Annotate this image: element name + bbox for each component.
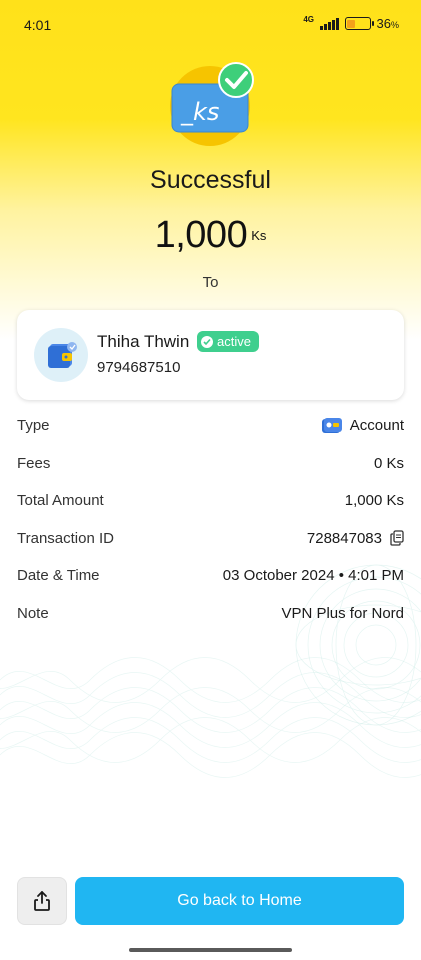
signal-strength-icon xyxy=(320,17,339,30)
detail-value: 1,000 Ks xyxy=(344,492,404,510)
go-home-button[interactable]: Go back to Home xyxy=(75,877,404,925)
amount-value: 1,000 xyxy=(154,214,248,256)
detail-value: 0 Ks xyxy=(373,454,404,472)
detail-label: Type xyxy=(17,417,50,435)
amount-currency: Ks xyxy=(251,228,267,243)
page-title: Successful xyxy=(150,166,271,194)
battery-percentage: 36% xyxy=(376,16,399,31)
detail-row-total: Total Amount 1,000 Ks xyxy=(17,482,404,520)
status-indicators: 4G 36% xyxy=(303,14,399,31)
detail-row-type: Type Account xyxy=(17,407,404,445)
detail-row-fees: Fees 0 Ks xyxy=(17,445,404,483)
detail-label: Transaction ID xyxy=(17,529,114,547)
network-type: 4G xyxy=(303,14,315,24)
check-circle-icon xyxy=(201,335,213,348)
recipient-phone: 9794687510 xyxy=(97,359,181,376)
detail-row-datetime: Date & Time 03 October 2024 • 4:01 PM xyxy=(17,557,404,595)
recipient-name: Thiha Thwin xyxy=(97,332,190,351)
detail-row-transaction-id: Transaction ID 728847083 xyxy=(17,520,404,558)
status-badge-label: active xyxy=(217,334,251,349)
detail-value: VPN Plus for Nord xyxy=(281,604,404,622)
share-icon xyxy=(34,891,50,911)
amount-display: 1,000 Ks xyxy=(0,214,421,257)
transaction-details: Type Account Fees 0 Ks Total Amount 1,00… xyxy=(17,407,404,632)
account-icon xyxy=(321,417,342,433)
status-bar: 4:01 4G 36% xyxy=(0,0,421,50)
detail-label: Note xyxy=(17,604,49,622)
detail-value-wrapper: Account xyxy=(321,417,404,435)
status-badge: active xyxy=(197,331,259,352)
detail-value: 03 October 2024 • 4:01 PM xyxy=(222,567,404,585)
copy-icon[interactable] xyxy=(390,530,404,546)
detail-label: Total Amount xyxy=(17,492,104,510)
to-label: To xyxy=(202,274,219,291)
ks-currency-check-icon: _ks xyxy=(170,62,254,146)
gesture-navigation-bar[interactable] xyxy=(129,948,292,952)
wallet-icon xyxy=(34,328,88,382)
status-time: 4:01 xyxy=(24,17,52,33)
detail-label: Date & Time xyxy=(17,567,100,585)
transaction-id-value: 728847083 xyxy=(306,529,382,547)
battery-icon xyxy=(344,17,374,30)
share-button[interactable] xyxy=(17,877,67,925)
recipient-card: Thiha Thwin active 9794687510 xyxy=(17,310,404,400)
hero-icon-label: _ks xyxy=(180,98,219,126)
detail-value-wrapper: 728847083 xyxy=(307,530,404,547)
detail-row-note: Note VPN Plus for Nord xyxy=(17,595,404,633)
battery-level xyxy=(347,19,355,28)
detail-value: Account xyxy=(349,417,404,435)
detail-label: Fees xyxy=(17,454,51,472)
